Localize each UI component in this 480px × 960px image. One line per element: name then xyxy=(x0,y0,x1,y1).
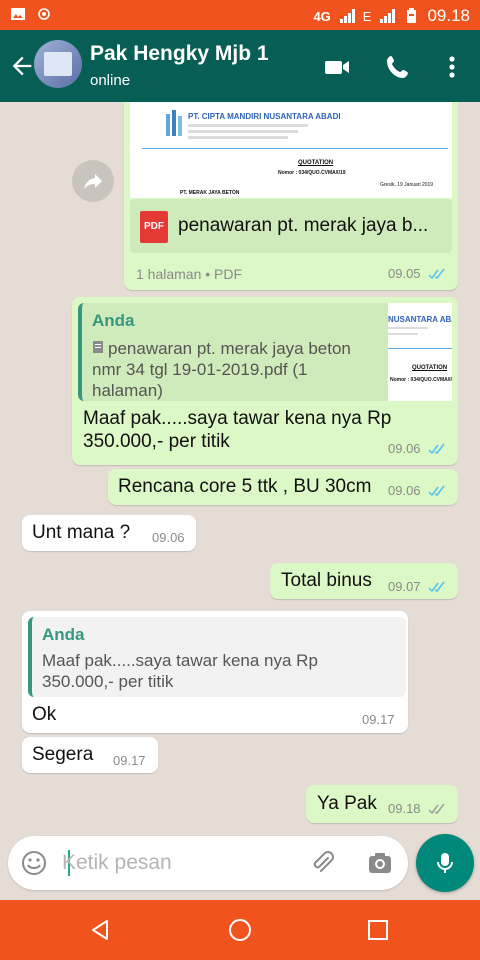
attach-icon[interactable] xyxy=(308,849,336,877)
message-time: 09.06 xyxy=(388,483,421,498)
quoted-message[interactable]: Anda penawaran pt. merak jaya beton nmr … xyxy=(78,303,452,401)
quote-text: Maaf pak.....saya tawar kena nya Rp 350.… xyxy=(42,651,318,691)
message-incoming-quoted[interactable]: Anda Maaf pak.....saya tawar kena nya Rp… xyxy=(22,611,408,733)
quote-author: Anda xyxy=(42,625,85,644)
chat-area[interactable]: PT. CIPTA MANDIRI NUSANTARA ABADI QUOTAT… xyxy=(0,102,480,830)
nav-back-icon[interactable] xyxy=(88,918,112,942)
signal-icon xyxy=(339,9,355,23)
message-text: Ya Pak xyxy=(317,793,377,814)
mic-button[interactable] xyxy=(416,834,474,892)
thumb-company: NUSANTARA ABADI xyxy=(388,315,452,324)
gallery-icon xyxy=(11,8,25,20)
message-time: 09.06 xyxy=(152,530,185,545)
thumb-number: Nomor : 034/QUO.CVMA/I/ xyxy=(390,377,452,383)
message-outgoing[interactable]: Total binus 09.07 xyxy=(270,563,458,599)
pdf-doc-date: Gresik, 19 Januari 2019 xyxy=(380,182,434,188)
quote-text: penawaran pt. merak jaya beton nmr 34 tg… xyxy=(92,339,351,400)
chat-header: Pak Hengky Mjb 1 online xyxy=(0,30,480,102)
quote-author: Anda xyxy=(92,311,135,330)
read-ticks-icon xyxy=(428,268,445,280)
mic-icon xyxy=(437,853,453,873)
company-logo xyxy=(166,110,182,136)
message-input[interactable]: Ketik pesan xyxy=(8,836,408,890)
contact-name[interactable]: Pak Hengky Mjb 1 xyxy=(90,42,269,66)
pdf-preview[interactable]: PT. CIPTA MANDIRI NUSANTARA ABADI QUOTAT… xyxy=(130,102,452,198)
compose-bar: Ketik pesan xyxy=(0,830,480,900)
message-text: Ok xyxy=(32,704,57,725)
pdf-doc-to: PT. MERAK JAYA BETON xyxy=(180,190,240,196)
quoted-message[interactable]: Anda Maaf pak.....saya tawar kena nya Rp… xyxy=(28,617,406,697)
read-ticks-icon xyxy=(428,485,445,497)
pdf-doc-number: Nomor : 034/QUO.CVMA/I/19 xyxy=(278,170,346,176)
message-text: Maaf pak.....saya tawar kena nya Rp 350.… xyxy=(83,408,392,452)
message-time: 09.18 xyxy=(388,801,421,816)
message-incoming[interactable]: Segera 09.17 xyxy=(22,737,158,773)
quote-thumbnail: NUSANTARA ABADI QUOTATION Nomor : 034/QU… xyxy=(388,303,452,401)
forward-button[interactable] xyxy=(72,160,114,202)
nav-recents-icon[interactable] xyxy=(366,918,390,942)
message-text: Segera xyxy=(32,744,94,765)
thumb-title: QUOTATION xyxy=(412,365,448,371)
message-incoming[interactable]: Unt mana ? 09.06 xyxy=(22,515,196,551)
message-outgoing[interactable]: Rencana core 5 ttk , BU 30cm 09.06 xyxy=(108,469,458,505)
contact-status: online xyxy=(90,72,131,89)
pdf-file-name: penawaran pt. merak jaya b... xyxy=(178,215,429,236)
pdf-doc-title: QUOTATION xyxy=(298,160,334,166)
forward-icon xyxy=(84,174,102,189)
message-time: 09.06 xyxy=(388,441,421,456)
pdf-file-row[interactable]: PDF penawaran pt. merak jaya b... xyxy=(130,199,452,253)
network-type-2: E xyxy=(362,8,372,24)
network-type: 4G xyxy=(313,8,331,24)
message-placeholder: Ketik pesan xyxy=(62,851,172,874)
battery-icon xyxy=(407,8,417,23)
message-text: Total binus xyxy=(281,570,372,591)
message-text: Unt mana ? xyxy=(32,522,131,543)
nav-home-icon[interactable] xyxy=(228,918,252,942)
pdf-file-icon: PDF xyxy=(140,211,168,243)
arrow-left-icon[interactable] xyxy=(8,52,36,80)
signal-icon-2 xyxy=(380,9,396,23)
clock: 09.18 xyxy=(427,6,470,25)
read-ticks-icon xyxy=(428,443,445,455)
phone-icon[interactable] xyxy=(383,52,413,82)
message-time: 09.17 xyxy=(113,753,146,768)
delivered-ticks-icon xyxy=(428,803,445,815)
message-pdf[interactable]: PT. CIPTA MANDIRI NUSANTARA ABADI QUOTAT… xyxy=(124,102,458,290)
camera-icon[interactable] xyxy=(366,849,394,877)
pdf-company: PT. CIPTA MANDIRI NUSANTARA ABADI xyxy=(188,112,341,121)
avatar[interactable] xyxy=(34,40,82,88)
emoji-icon[interactable] xyxy=(20,849,48,877)
more-vert-icon[interactable] xyxy=(437,52,467,82)
status-bar: 4G E 09.18 xyxy=(0,0,480,30)
video-call-icon[interactable] xyxy=(322,52,352,82)
message-time: 09.17 xyxy=(362,712,395,727)
message-time: 09.05 xyxy=(388,266,421,281)
message-time: 09.07 xyxy=(388,579,421,594)
message-quoted-pdf[interactable]: Anda penawaran pt. merak jaya beton nmr … xyxy=(72,297,458,465)
message-outgoing[interactable]: Ya Pak 09.18 xyxy=(306,785,458,823)
system-nav-bar xyxy=(0,900,480,960)
pdf-meta: 1 halaman • PDF xyxy=(136,266,243,282)
hotspot-icon xyxy=(38,8,50,20)
read-ticks-icon xyxy=(428,581,445,593)
message-text: Rencana core 5 ttk , BU 30cm xyxy=(118,476,372,497)
